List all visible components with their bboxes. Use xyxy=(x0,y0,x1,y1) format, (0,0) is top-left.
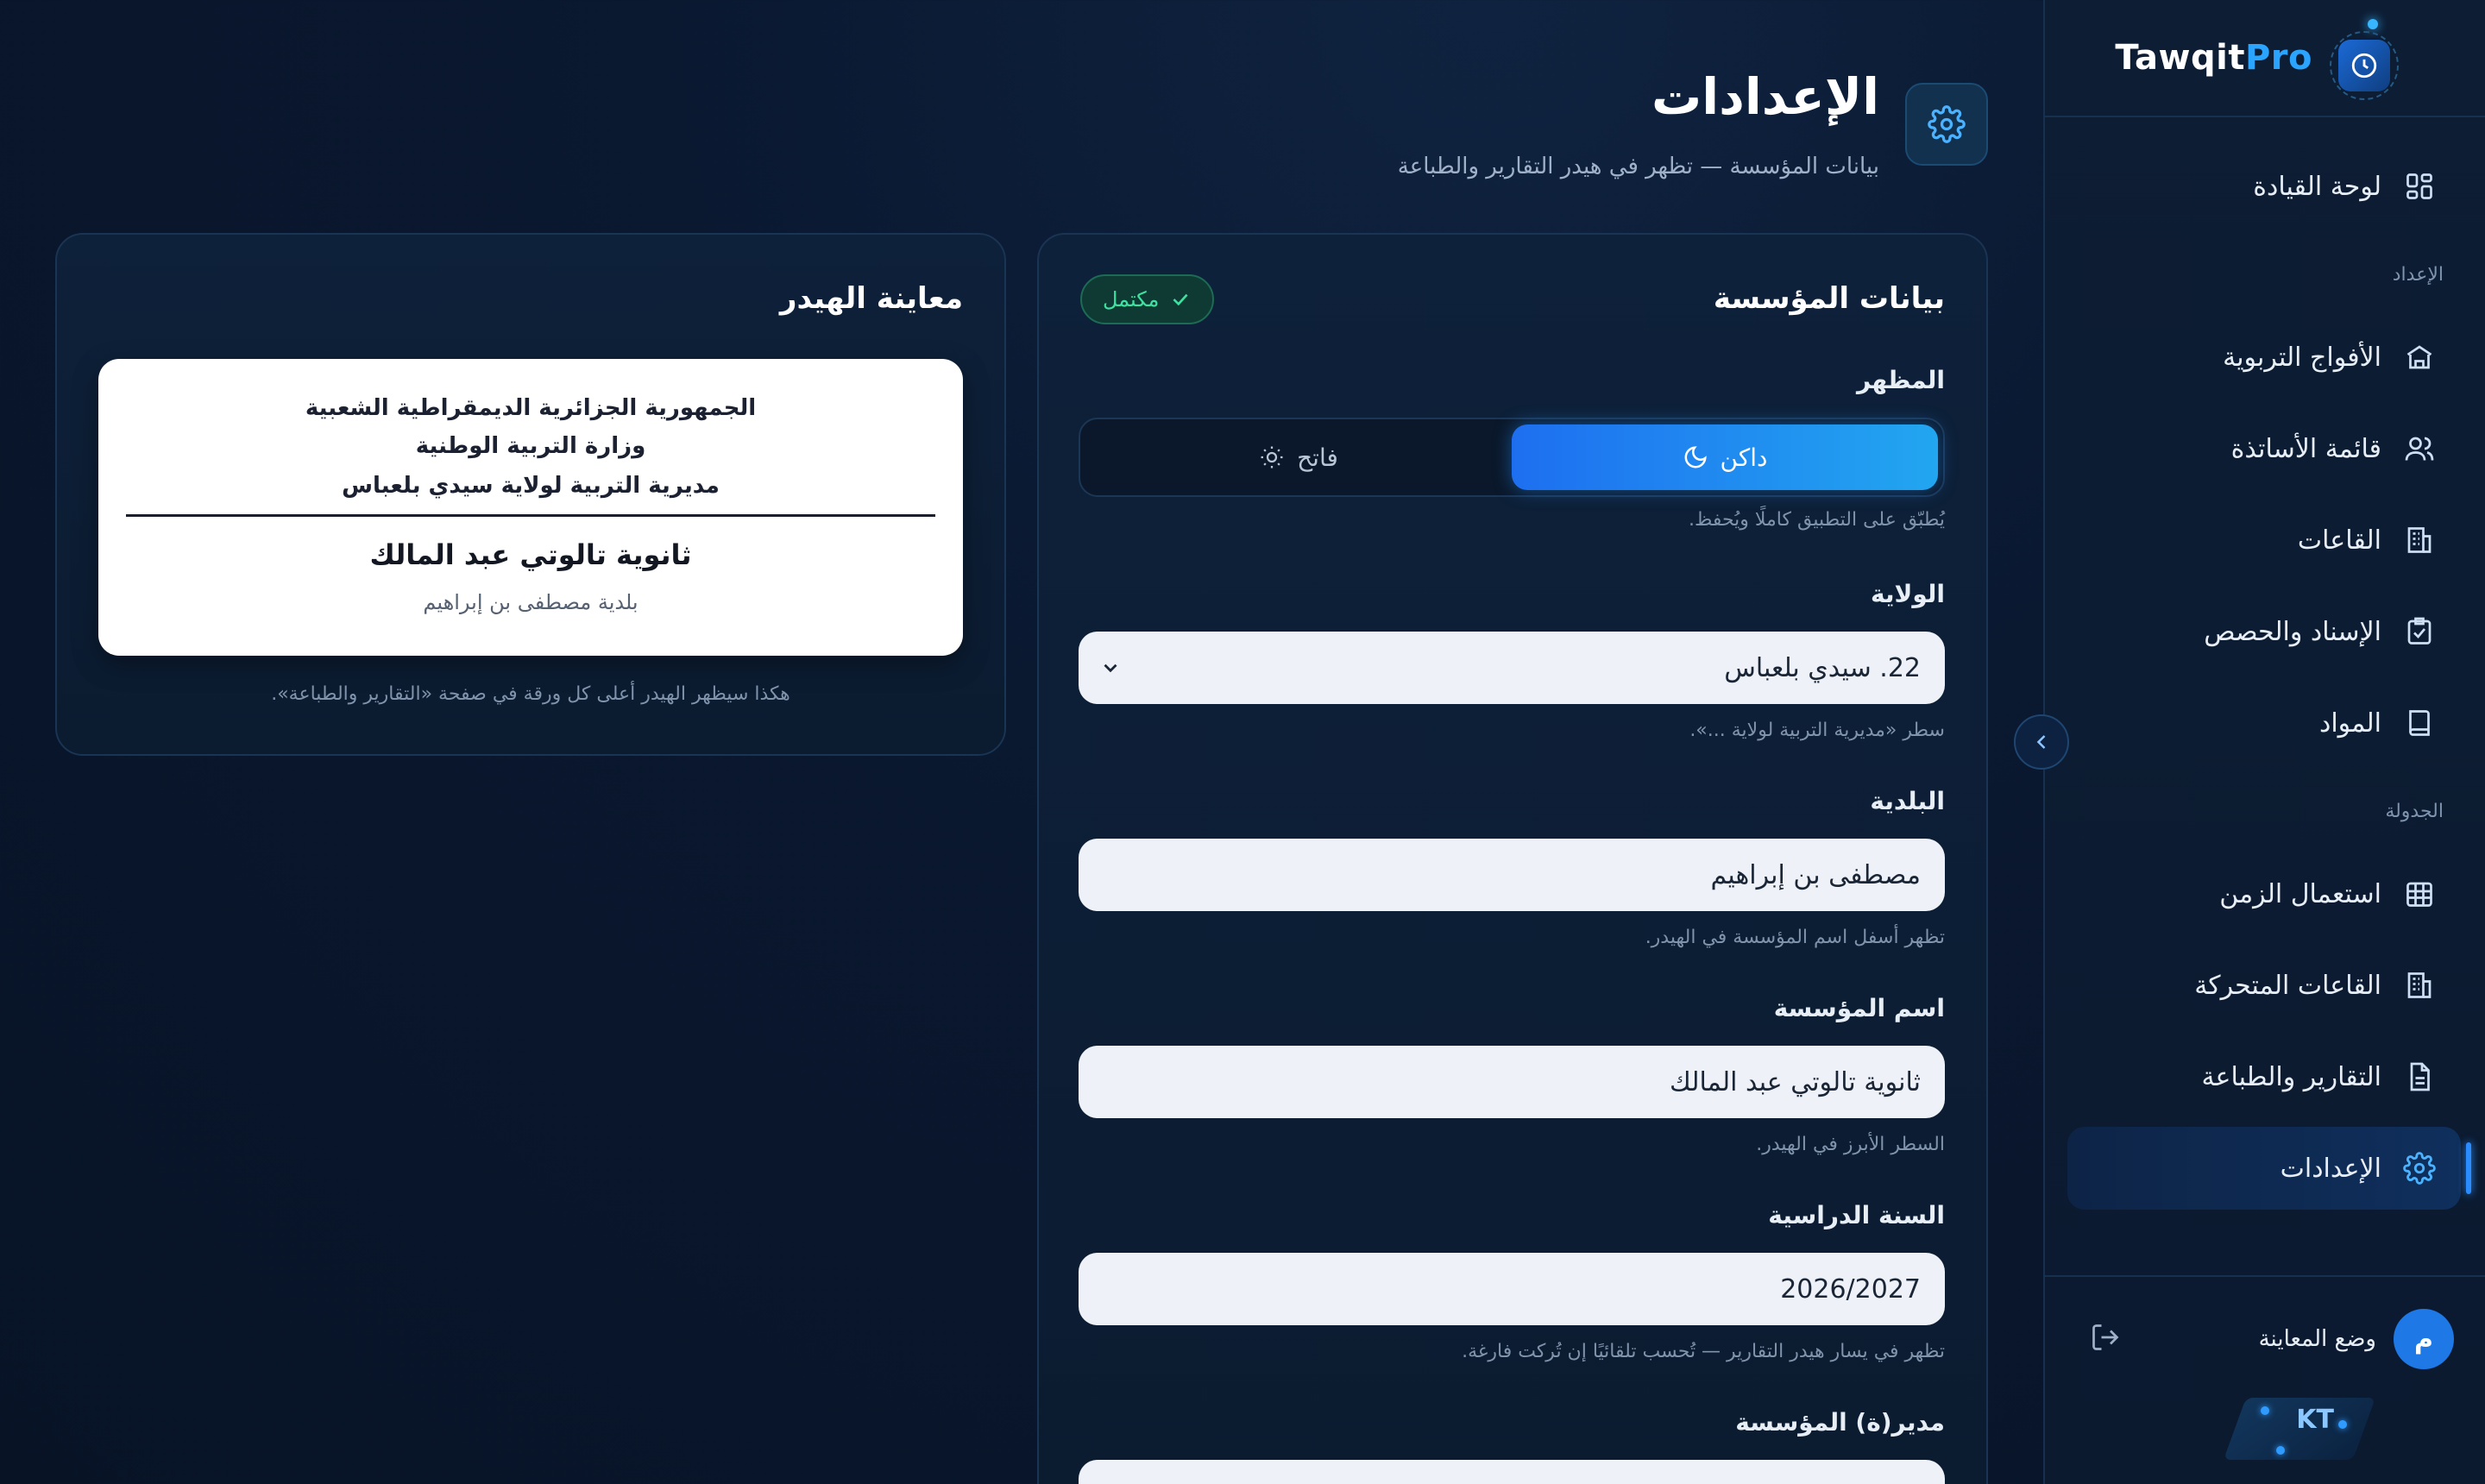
sidebar-item-groups[interactable]: الأفواج التربوية xyxy=(2067,316,2461,399)
commune-label: البلدية xyxy=(1870,787,1945,815)
kt-dot xyxy=(2338,1420,2347,1429)
commune-input[interactable]: مصطفى بن إبراهيم xyxy=(1079,839,1945,911)
sidebar: TawqitPro لوحة القيادة الإعداد الأفواج ا… xyxy=(2043,0,2485,1484)
sidebar-item-assignments[interactable]: الإسناد والحصص xyxy=(2067,590,2461,673)
institution-input[interactable]: ثانوية تالوتي عبد المالك xyxy=(1079,1046,1945,1118)
theme-toggle: داكن فاتح xyxy=(1079,418,1945,497)
preview-caption: هكذا سيظهر الهيدر أعلى كل ورقة في صفحة «… xyxy=(271,683,790,705)
clipboard-check-icon xyxy=(2402,614,2437,649)
sidebar-item-label: قائمة الأساتذة xyxy=(2230,433,2381,464)
preview-municipality: بلدية مصطفى بن إبراهيم xyxy=(423,590,639,614)
institution-hint: السطر الأبرز في الهيدر. xyxy=(1756,1134,1945,1155)
building-icon xyxy=(2402,523,2437,557)
file-text-icon xyxy=(2402,1060,2437,1094)
header-preview-paper: الجمهورية الجزائرية الديمقراطية الشعبية … xyxy=(98,359,963,656)
school-year-label: السنة الدراسية xyxy=(1768,1201,1945,1229)
brand-dot xyxy=(2368,19,2378,29)
kt-dot xyxy=(2276,1446,2285,1455)
collapse-sidebar-button[interactable] xyxy=(2014,714,2069,770)
wilaya-hint: سطر «مديرية التربية لولاية ...». xyxy=(1689,720,1945,741)
user-mode-label: وضع المعاينة xyxy=(2258,1326,2376,1352)
sidebar-item-dashboard[interactable]: لوحة القيادة xyxy=(2067,145,2461,228)
kt-badge-text: KT xyxy=(2296,1405,2334,1435)
app-logo xyxy=(2330,31,2399,100)
sidebar-divider xyxy=(2045,1275,2485,1277)
school-icon xyxy=(2402,340,2437,374)
preview-line-ministry: وزارة التربية الوطنية xyxy=(415,433,646,459)
header-preview-card: معاينة الهيدر الجمهورية الجزائرية الديمق… xyxy=(55,233,1006,756)
form-title: بيانات المؤسسة xyxy=(1713,281,1945,316)
sidebar-item-label: الإعدادات xyxy=(2280,1153,2381,1184)
preview-divider xyxy=(126,514,935,517)
appearance-hint: يُطبّق على التطبيق كاملًا ويُحفظ. xyxy=(1688,509,1945,531)
preview-title: معاينة الهيدر xyxy=(779,281,963,316)
page-subtitle: بيانات المؤسسة — تظهر في هيدر التقارير و… xyxy=(1397,154,1879,179)
institution-label: اسم المؤسسة xyxy=(1773,994,1945,1022)
sidebar-item-timetable[interactable]: استعمال الزمن xyxy=(2067,852,2461,935)
sidebar-item-reports[interactable]: التقارير والطباعة xyxy=(2067,1035,2461,1118)
wilaya-select[interactable]: 22. سيدي بلعباس xyxy=(1079,632,1945,704)
kt-dot xyxy=(2261,1406,2269,1415)
sidebar-item-label: التقارير والطباعة xyxy=(2201,1061,2381,1092)
theme-dark-option[interactable]: داكن xyxy=(1512,424,1938,490)
nav-section-setup: الإعداد xyxy=(2392,264,2444,286)
sidebar-item-teachers[interactable]: قائمة الأساتذة xyxy=(2067,407,2461,490)
preview-line-directorate: مديرية التربية لولاية سيدي بلعباس xyxy=(342,473,720,499)
school-year-hint: تظهر في يسار هيدر التقارير — تُحسب تلقائ… xyxy=(1462,1341,1945,1362)
sidebar-item-label: لوحة القيادة xyxy=(2253,171,2381,202)
sidebar-item-settings[interactable]: الإعدادات xyxy=(2067,1127,2471,1210)
sidebar-item-rooms[interactable]: القاعات xyxy=(2067,499,2461,582)
grid-icon xyxy=(2402,877,2437,911)
users-icon xyxy=(2402,431,2437,466)
check-icon xyxy=(1173,293,1188,306)
school-year-input[interactable]: 2026/2027 xyxy=(1079,1253,1945,1325)
sidebar-item-label: الإسناد والحصص xyxy=(2204,616,2381,647)
preview-institution: ثانوية تالوتي عبد المالك xyxy=(369,538,692,571)
app-name: TawqitPro xyxy=(2115,38,2312,78)
logout-icon[interactable] xyxy=(2090,1322,2124,1356)
clock-icon xyxy=(2338,40,2390,91)
user-row[interactable]: وضع المعاينة م xyxy=(2074,1305,2454,1374)
gear-icon xyxy=(2402,1151,2437,1185)
dashboard-icon xyxy=(2402,169,2437,204)
sidebar-item-label: القاعات المتحركة xyxy=(2194,970,2381,1001)
appearance-label: المظهر xyxy=(1856,366,1945,394)
theme-light-option[interactable]: فاتح xyxy=(1085,424,1512,490)
status-badge: مكتمل xyxy=(1080,274,1215,324)
sidebar-item-label: المواد xyxy=(2318,707,2381,739)
avatar: م xyxy=(2394,1309,2454,1369)
commune-hint: تظهر أسفل اسم المؤسسة في الهيدر. xyxy=(1645,927,1945,948)
page-title: الإعدادات xyxy=(1651,67,1879,126)
wilaya-label: الولاية xyxy=(1870,580,1945,608)
brand-header: TawqitPro xyxy=(2045,0,2485,117)
sidebar-item-label: الأفواج التربوية xyxy=(2223,342,2381,373)
sidebar-item-subjects[interactable]: المواد xyxy=(2067,682,2461,764)
preview-line-republic: الجمهورية الجزائرية الديمقراطية الشعبية xyxy=(305,395,757,421)
director-input[interactable] xyxy=(1079,1460,1945,1484)
sun-icon xyxy=(1261,446,1283,468)
moon-icon xyxy=(1684,446,1707,468)
chevron-down-icon xyxy=(1104,663,1117,673)
book-icon xyxy=(2402,706,2437,740)
institution-form-card: بيانات المؤسسة مكتمل المظهر داكن فاتح يُ… xyxy=(1037,233,1988,1484)
settings-page-icon xyxy=(1905,83,1988,166)
building-icon xyxy=(2402,968,2437,1003)
sidebar-item-mobile-rooms[interactable]: القاعات المتحركة xyxy=(2067,944,2461,1027)
sidebar-item-label: القاعات xyxy=(2297,525,2381,556)
director-label: مدير(ة) المؤسسة xyxy=(1735,1408,1945,1437)
sidebar-item-label: استعمال الزمن xyxy=(2219,878,2381,909)
nav-section-schedule: الجدولة xyxy=(2385,801,2444,822)
